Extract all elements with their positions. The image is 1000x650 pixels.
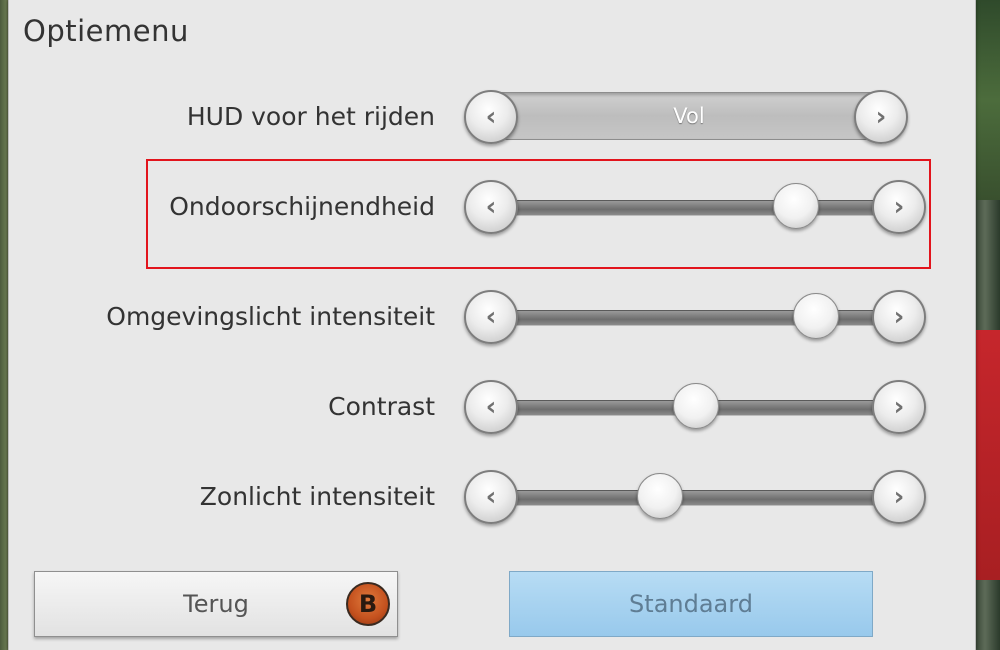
setting-row-opacity: Ondoorschijnendheid ‹ › [9, 178, 975, 248]
setting-row-contrast: Contrast ‹ › [9, 378, 975, 448]
setting-label: Omgevingslicht intensiteit [106, 302, 435, 331]
chevron-right-icon[interactable]: › [872, 180, 926, 234]
chevron-right-icon[interactable]: › [872, 470, 926, 524]
setting-row-sunlight: Zonlicht intensiteit ‹ › [9, 468, 975, 538]
hud-value: Vol [489, 92, 889, 140]
chevron-left-icon[interactable]: ‹ [464, 470, 518, 524]
setting-label: HUD voor het rijden [186, 102, 435, 131]
default-button-label: Standaard [629, 590, 753, 618]
setting-label: Zonlicht intensiteit [199, 482, 435, 511]
slider-thumb[interactable] [673, 383, 719, 429]
chevron-left-icon[interactable]: ‹ [464, 290, 518, 344]
back-button[interactable]: Terug B [34, 571, 398, 637]
chevron-left-icon[interactable]: ‹ [464, 90, 518, 144]
setting-row-hud: HUD voor het rijden ‹ Vol › [9, 88, 975, 158]
chevron-left-icon[interactable]: ‹ [464, 380, 518, 434]
default-button[interactable]: Standaard [509, 571, 873, 637]
back-button-label: Terug [183, 590, 249, 618]
slider-thumb[interactable] [773, 183, 819, 229]
setting-row-ambient-light: Omgevingslicht intensiteit ‹ › [9, 288, 975, 358]
chevron-right-icon[interactable]: › [854, 90, 908, 144]
slider-thumb[interactable] [637, 473, 683, 519]
page-title: Optiemenu [23, 14, 189, 48]
background-train [976, 330, 1000, 580]
slider-track[interactable] [509, 200, 889, 216]
options-panel: Optiemenu HUD voor het rijden ‹ Vol › On… [8, 0, 976, 650]
setting-label: Ondoorschijnendheid [169, 192, 435, 221]
chevron-right-icon[interactable]: › [872, 290, 926, 344]
chevron-left-icon[interactable]: ‹ [464, 180, 518, 234]
slider-thumb[interactable] [793, 293, 839, 339]
setting-label: Contrast [328, 392, 435, 421]
gamepad-b-button-icon: B [346, 582, 390, 626]
chevron-right-icon[interactable]: › [872, 380, 926, 434]
background-trees [975, 0, 1000, 200]
slider-track[interactable] [509, 490, 889, 506]
